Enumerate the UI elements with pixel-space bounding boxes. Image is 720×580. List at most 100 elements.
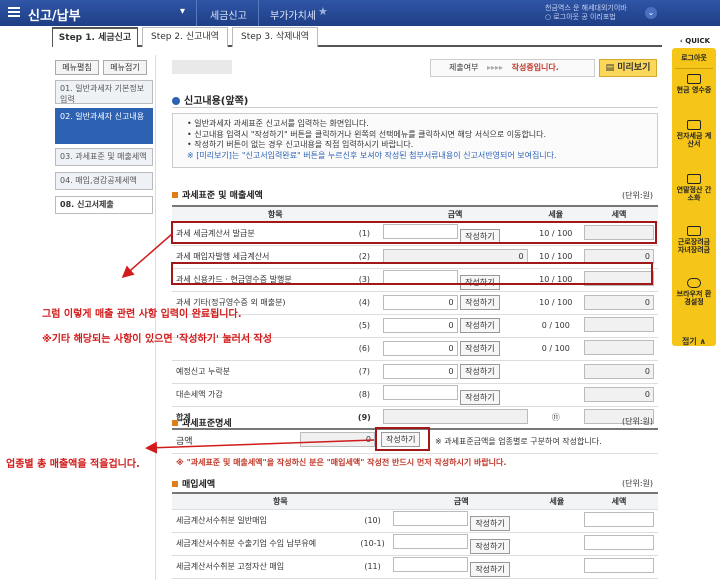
row-label: 세금계산서수취분 고정자산 매입 [172, 555, 357, 579]
redacted-name [172, 60, 232, 74]
row-number: (7) [350, 360, 379, 384]
sales-table-body: 과세 세금계산서 발급분 (1) 작성하기 10 / 100 과세 매입자발행 세금계… [172, 222, 658, 430]
quick-item-e-invoice[interactable]: 전자세금 계산서 [675, 120, 713, 148]
write-button[interactable]: 작성하기 [470, 515, 510, 531]
tax-base-amount-field[interactable]: 0 [300, 432, 375, 447]
tax-field[interactable] [583, 340, 654, 355]
tax-field[interactable]: 0 [583, 387, 654, 402]
amount-field[interactable] [392, 510, 468, 526]
quick-label: 브라우저 환경설정 [676, 290, 712, 306]
row-number: (10) [356, 509, 389, 533]
menu-expand-button[interactable]: 메뉴펼침 [55, 60, 99, 75]
quick-item-incentive[interactable]: 근로장려금 자녀장려금 [675, 226, 713, 254]
column-header: 세율 [533, 492, 580, 510]
receipt-icon [687, 74, 701, 84]
table-row: 과세 기타(정규영수증 외 매출분) (4) 0 작성하기 10 / 100 0 [172, 291, 658, 315]
quick-label: 로그아웃 [681, 54, 707, 62]
tab-step3[interactable]: Step 3. 삭제내역 [232, 27, 318, 47]
tab-step2[interactable]: Step 2. 신고내역 [142, 27, 228, 47]
tax-field[interactable] [583, 512, 654, 527]
table-row: 대손세액 가감 (8) 작성하기 0 [172, 383, 658, 407]
amount-field[interactable] [392, 556, 468, 572]
quick-menu: ‹ QUICK 로그아웃 현금 영수증 전자세금 계산서 연말정산 간소화 근로… [670, 34, 720, 346]
info-line: • 일반과세자 과세표준 신고서를 입력하는 화면입니다. [187, 119, 369, 128]
square-bullet-icon [172, 481, 178, 487]
sidebar-item-tax-base[interactable]: 03. 과세표준 및 매출세액 [55, 148, 153, 166]
quick-collapse-button[interactable]: 접기 ∧ [672, 336, 716, 347]
sidebar-item-purchase-tax[interactable]: 04. 매입,경감공제세액 [55, 172, 153, 190]
square-bullet-icon [172, 192, 178, 198]
write-button[interactable]: 작성하기 [460, 318, 500, 333]
table-row: 세금계산서수취분 고정자산 매입 (11) 작성하기 [172, 555, 658, 579]
write-button[interactable]: 작성하기 [470, 561, 510, 577]
write-button[interactable]: 작성하기 [460, 364, 500, 379]
tax-field[interactable]: 0 [583, 295, 654, 310]
info-note: ※ [미리보기]는 "신고서입력완료" 버튼을 누르신후 보셔야 작성된 첨부서… [187, 150, 557, 160]
amount-cell: 0 작성하기 [378, 314, 532, 338]
tax-field[interactable]: 0 [583, 364, 654, 379]
tax-field[interactable] [583, 535, 654, 550]
favorite-star-icon[interactable]: ★ [318, 5, 328, 18]
section-title-text: 과세표준 및 매출세액 [182, 191, 263, 201]
tab-step1[interactable]: Step 1. 세금신고 [52, 27, 138, 47]
amount-field[interactable] [382, 384, 458, 400]
quick-label: 연말정산 간소화 [676, 186, 712, 202]
column-header: 금액 [388, 492, 534, 510]
column-header: 세액 [579, 205, 658, 223]
quick-title-text: QUICK [685, 37, 711, 45]
status-label: 제출여부 [449, 63, 479, 72]
sidebar-item-report-content[interactable]: 02. 일반과세자 신고내용 [55, 108, 153, 144]
tax-field[interactable] [583, 558, 654, 573]
column-header: 세액 [579, 492, 658, 510]
amount-field[interactable] [392, 533, 468, 549]
quick-label: 현금 영수증 [676, 86, 712, 94]
info-box: • 일반과세자 과세표준 신고서를 입력하는 화면입니다. • 신고내용 입력시… [172, 113, 658, 168]
tax-cell: 0 [579, 291, 658, 315]
amount-field[interactable] [382, 409, 528, 424]
write-button[interactable]: 작성하기 [460, 295, 500, 310]
row-label: 대손세액 가감 [172, 383, 351, 407]
row-number: (4) [350, 291, 379, 315]
menu-collapse-button[interactable]: 메뉴접기 [103, 60, 147, 75]
breadcrumb-vat[interactable]: 부가가치세 [270, 7, 316, 22]
step-tabs: Step 1. 세금신고 Step 2. 신고내역 Step 3. 삭제내역 [52, 27, 662, 47]
breadcrumb-tax-report[interactable]: 세금신고 [210, 7, 247, 22]
amount-field[interactable]: 0 [382, 318, 458, 333]
tax-field[interactable] [583, 317, 654, 332]
amount-field[interactable]: 0 [382, 364, 458, 379]
sidebar-item-basic-info[interactable]: 01. 일반과세자 기본정보 입력 [55, 80, 153, 104]
amount-field[interactable]: 0 [382, 295, 458, 310]
quick-item-browser-settings[interactable]: 브라우저 환경설정 [675, 278, 713, 306]
rate-cell: ⑪ [531, 406, 580, 430]
section-title-sales: 과세표준 및 매출세액 [172, 188, 263, 201]
menu-title[interactable]: 신고/납부 [28, 5, 81, 24]
row-number: (5) [350, 314, 379, 338]
highlight-box-tax-base-write [375, 427, 430, 451]
quick-item-logout[interactable]: 로그아웃 [675, 54, 713, 62]
write-button[interactable]: 작성하기 [460, 389, 500, 405]
row-label: 세금계산서수취분 수출기업 수입 납부유예 [172, 532, 357, 556]
quick-item-cash-receipt[interactable]: 현금 영수증 [675, 74, 713, 94]
row-label: 세금계산서수취분 일반매입 [172, 509, 357, 533]
write-button[interactable]: 작성하기 [460, 341, 500, 356]
amount-cell: 작성하기 [388, 509, 534, 533]
user-info-line: ○ 로그아웃 공 이리포법 [545, 13, 616, 21]
amount-field[interactable]: 0 [382, 341, 458, 356]
chevron-down-icon[interactable]: ▾ [180, 6, 185, 17]
row-number: (10-1) [356, 532, 389, 556]
status-value: 작성중입니다. [511, 63, 559, 72]
tax-cell [579, 532, 658, 556]
quick-item-year-end[interactable]: 연말정산 간소화 [675, 174, 713, 202]
divider [258, 0, 259, 26]
hamburger-menu-icon[interactable] [8, 7, 20, 17]
preview-button[interactable]: ▤ 미리보기 [599, 59, 657, 77]
unit-label: (단위:원) [622, 417, 654, 426]
submission-status: 제출여부 ▸▸▸▸ 작성중입니다. [430, 59, 595, 77]
collapse-toggle-icon[interactable]: ⌄ [645, 7, 657, 19]
write-button[interactable]: 작성하기 [470, 538, 510, 554]
sidebar-item-submit[interactable]: 08. 신고서제출 [55, 196, 153, 214]
info-line: • 작성하기 버튼이 없는 경우 신고내용을 직접 입력하시기 바랍니다. [187, 140, 414, 149]
tax-cell [579, 509, 658, 533]
table-row: 합계 (9) ⑪ [172, 406, 658, 430]
rate-cell [531, 383, 580, 407]
